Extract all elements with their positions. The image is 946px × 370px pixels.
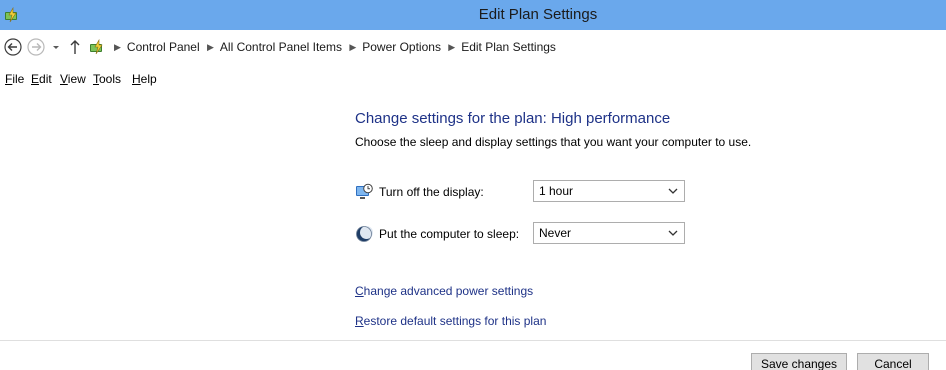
chevron-down-icon [668, 188, 678, 194]
control-panel-icon [90, 39, 103, 55]
display-timeout-select[interactable]: 1 hour [533, 180, 685, 202]
sleep-setting-row: Put the computer to sleep: Never [355, 222, 915, 246]
breadcrumb: ▶ Control Panel ▶ All Control Panel Items … [110, 35, 556, 59]
menu-bar: File Edit View Tools Help [0, 70, 946, 88]
menu-tools[interactable]: Tools [93, 70, 121, 88]
address-bar: ▶ Control Panel ▶ All Control Panel Items … [0, 35, 946, 59]
sleep-timeout-value: Never [539, 226, 572, 240]
display-setting-row: Turn off the display: 1 hour [355, 180, 915, 204]
breadcrumb-separator-icon: ▶ [114, 42, 121, 52]
window-title: Edit Plan Settings [478, 6, 598, 23]
up-arrow-icon[interactable] [68, 38, 82, 56]
title-bar: Edit Plan Settings [0, 0, 946, 30]
breadcrumb-separator-icon[interactable]: ▶ [207, 35, 214, 59]
breadcrumb-item-edit-plan[interactable]: Edit Plan Settings [461, 40, 556, 54]
menu-file[interactable]: File [5, 70, 24, 88]
chevron-down-icon[interactable] [50, 40, 62, 54]
breadcrumb-separator-icon[interactable]: ▶ [448, 35, 455, 59]
back-arrow-icon[interactable] [4, 38, 22, 56]
restore-defaults-link[interactable]: Restore default settings for this plan [355, 314, 546, 328]
breadcrumb-separator-icon[interactable]: ▶ [349, 35, 356, 59]
display-label: Turn off the display: [379, 185, 484, 199]
monitor-clock-icon [356, 183, 373, 199]
breadcrumb-item-all-items[interactable]: All Control Panel Items [220, 40, 342, 54]
moon-icon [356, 226, 373, 242]
breadcrumb-item-control-panel[interactable]: Control Panel [127, 40, 200, 54]
page-description: Choose the sleep and display settings th… [355, 135, 752, 149]
chevron-down-icon [668, 230, 678, 236]
page-title: Change settings for the plan: High perfo… [355, 110, 671, 127]
display-timeout-value: 1 hour [539, 184, 574, 198]
breadcrumb-item-power-options[interactable]: Power Options [362, 40, 441, 54]
cancel-button[interactable]: Cancel [857, 353, 929, 370]
menu-help[interactable]: Help [132, 70, 157, 88]
forward-arrow-icon[interactable] [27, 38, 45, 56]
menu-view[interactable]: View [60, 70, 86, 88]
footer-divider [0, 340, 946, 341]
advanced-settings-link[interactable]: Change advanced power settings [355, 284, 533, 298]
menu-edit[interactable]: Edit [31, 70, 52, 88]
sleep-timeout-select[interactable]: Never [533, 222, 685, 244]
plan-settings-panel: Change settings for the plan: High perfo… [355, 108, 915, 328]
sleep-label: Put the computer to sleep: [379, 227, 520, 241]
save-changes-button[interactable]: Save changes [751, 353, 847, 370]
